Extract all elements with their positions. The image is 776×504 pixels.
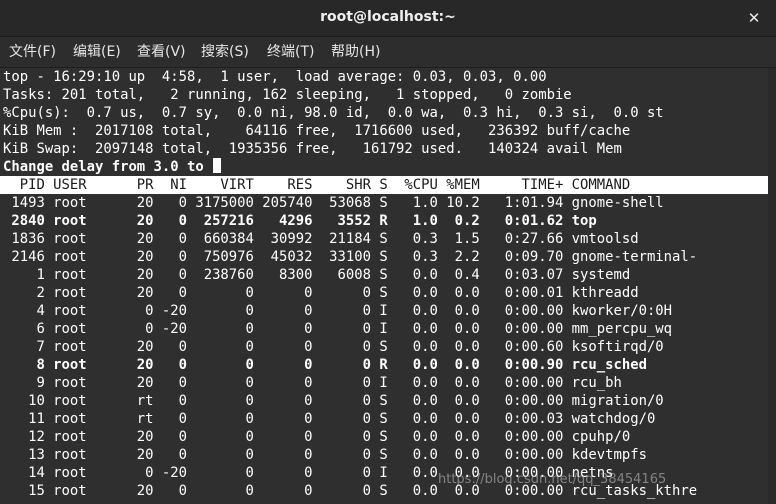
watermark: https://blog.csdn.net/qq_38454165 [438, 472, 667, 487]
column-header: PID USER PR NI VIRT RES SHR S %CPU %MEM … [3, 177, 631, 193]
process-row: 1 root 20 0 238760 8300 6008 S 0.0 0.4 0… [3, 267, 631, 283]
process-row: 2840 root 20 0 257216 4296 3552 R 1.0 0.… [3, 213, 597, 229]
close-icon[interactable]: ✕ [742, 6, 766, 30]
process-row: 8 root 20 0 0 0 0 R 0.0 0.0 0:00.90 rcu_… [3, 357, 647, 373]
menu-search[interactable]: 搜索(S) [201, 37, 249, 67]
menu-file[interactable]: 文件(F) [9, 37, 56, 67]
swap-line: KiB Swap: 2097148 total, 1935356 free, 1… [3, 141, 622, 157]
process-row: 2146 root 20 0 750976 45032 33100 S 0.3 … [3, 249, 698, 265]
menu-edit[interactable]: 编辑(E) [73, 37, 121, 67]
uptime-line: top - 16:29:10 up 4:58, 1 user, load ave… [3, 69, 547, 85]
process-row: 2 root 20 0 0 0 0 S 0.0 0.0 0:00.01 kthr… [3, 285, 639, 301]
process-row: 11 root rt 0 0 0 0 S 0.0 0.0 0:00.03 wat… [3, 411, 656, 427]
scrollbar[interactable] [768, 68, 776, 504]
process-row: 12 root 20 0 0 0 0 S 0.0 0.0 0:00.00 cpu… [3, 429, 631, 445]
menu-terminal[interactable]: 终端(T) [267, 37, 314, 67]
menu-help[interactable]: 帮助(H) [331, 37, 380, 67]
mem-line: KiB Mem : 2017108 total, 64116 free, 171… [3, 123, 631, 139]
tasks-line: Tasks: 201 total, 2 running, 162 sleepin… [3, 87, 572, 103]
menu-view[interactable]: 查看(V) [137, 37, 186, 67]
process-row: 1493 root 20 0 3175000 205740 53068 S 1.… [3, 195, 664, 211]
process-row: 6 root 0 -20 0 0 0 I 0.0 0.0 0:00.00 mm_… [3, 321, 673, 337]
process-row: 7 root 20 0 0 0 0 S 0.0 0.0 0:00.60 ksof… [3, 339, 664, 355]
delay-prompt-text: Change delay from 3.0 to [3, 159, 213, 175]
process-row: 10 root rt 0 0 0 0 S 0.0 0.0 0:00.00 mig… [3, 393, 664, 409]
terminal-output[interactable]: top - 16:29:10 up 4:58, 1 user, load ave… [0, 68, 776, 504]
process-row: 1836 root 20 0 660384 30992 21184 S 0.3 … [3, 231, 639, 247]
process-row: 9 root 20 0 0 0 0 I 0.0 0.0 0:00.00 rcu_… [3, 375, 622, 391]
process-row: 4 root 0 -20 0 0 0 I 0.0 0.0 0:00.00 kwo… [3, 303, 673, 319]
delay-prompt[interactable]: Change delay from 3.0 to [3, 158, 222, 176]
cpu-line: %Cpu(s): 0.7 us, 0.7 sy, 0.0 ni, 98.0 id… [3, 105, 664, 121]
menu-bar: 文件(F) 编辑(E) 查看(V) 搜索(S) 终端(T) 帮助(H) [0, 37, 776, 68]
window-title: root@localhost:~ [320, 9, 456, 25]
process-row: 13 root 20 0 0 0 0 S 0.0 0.0 0:00.00 kde… [3, 447, 647, 463]
title-bar: root@localhost:~ ✕ [0, 0, 776, 37]
cursor [213, 158, 222, 173]
